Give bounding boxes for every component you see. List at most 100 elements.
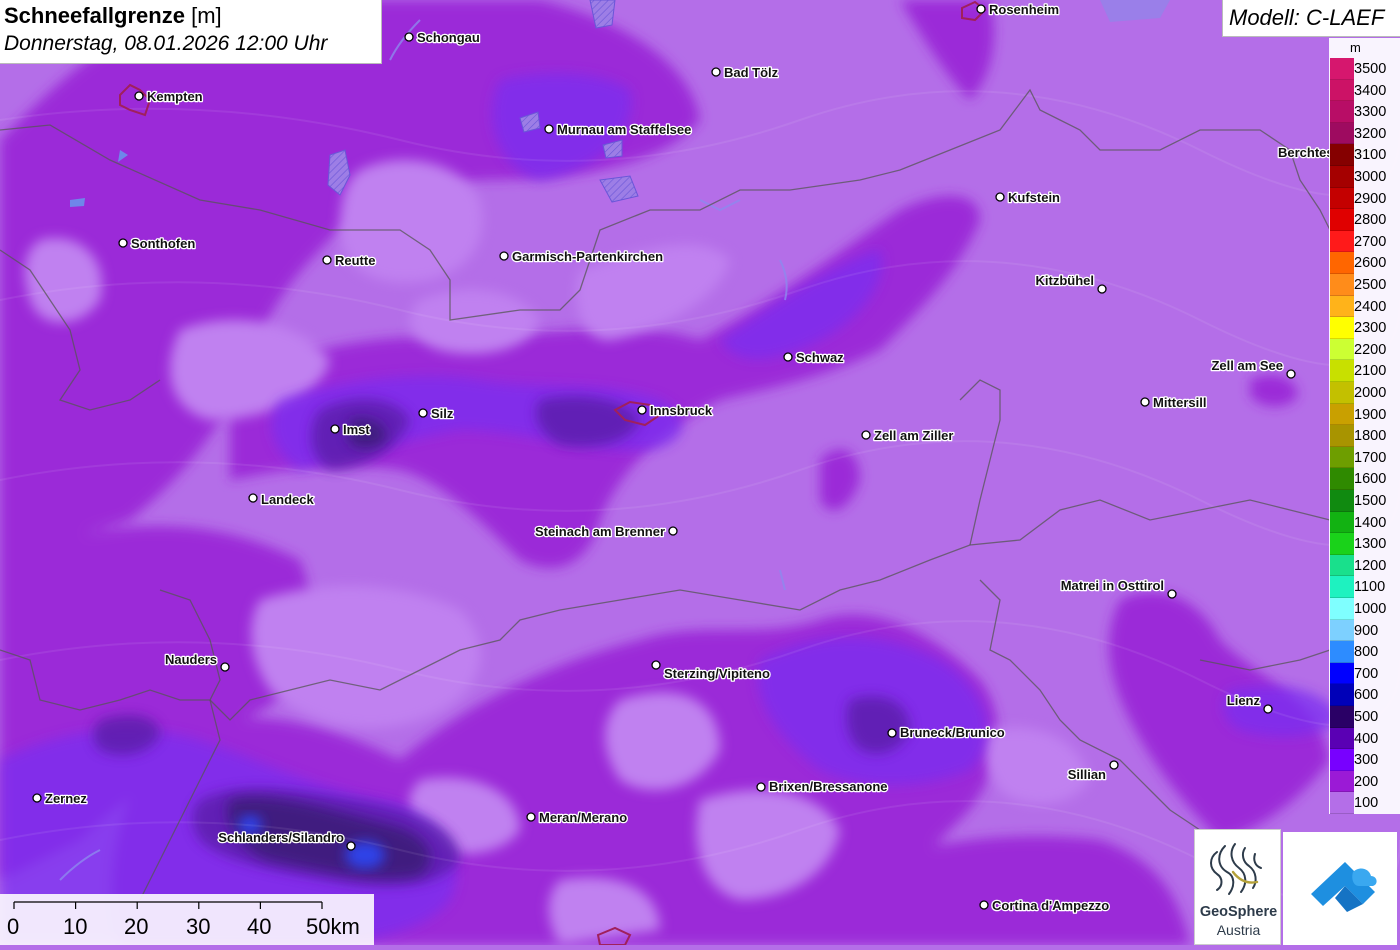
city-label: Reutte [335, 253, 375, 268]
legend-row: 1500 [1329, 490, 1400, 512]
legend-swatch [1330, 187, 1354, 210]
city-label: Landeck [261, 492, 315, 507]
geosphere-swirl-icon [1210, 843, 1262, 895]
legend-label: 300 [1354, 752, 1379, 769]
city-label: Kitzbühel [1036, 273, 1095, 288]
legend-swatch [1330, 360, 1354, 382]
legend-row: 1900 [1329, 403, 1400, 426]
city-cortina[interactable]: Cortina d'Ampezzo [979, 897, 1111, 914]
city-schongau[interactable]: Schongau [404, 29, 481, 46]
legend-swatch [1330, 554, 1354, 577]
legend-swatch [1330, 317, 1354, 339]
scale-label: 50km [306, 914, 360, 939]
city-steinach[interactable]: Steinach am Brenner [534, 523, 678, 540]
city-sonthofen[interactable]: Sonthofen [118, 235, 197, 252]
legend-swatch [1330, 576, 1354, 598]
legend-label: 3100 [1354, 147, 1387, 164]
legend-row: 2300 [1329, 317, 1400, 339]
scale-bar: 0 10 20 30 40 50km [0, 894, 374, 945]
legend-label: 2000 [1354, 385, 1387, 401]
map-title-box: Schneefallgrenze [m] Donnerstag, 08.01.2… [0, 0, 382, 64]
legend-label: 2600 [1354, 255, 1387, 272]
snowfall-limit-map[interactable]: Rosenheim Schongau Kempten Bad Tölz Murn… [0, 0, 1400, 945]
legend-label: 1000 [1354, 601, 1387, 617]
city-rosenheim[interactable]: Rosenheim [976, 1, 1060, 18]
legend-label: 2500 [1354, 277, 1387, 293]
legend-row: 1100 [1329, 576, 1400, 598]
map-title: Schneefallgrenze [m] [4, 3, 222, 29]
legend-swatch [1330, 425, 1354, 447]
legend-row: 2900 [1329, 187, 1400, 210]
app-logo[interactable] [1283, 832, 1397, 945]
scale-label: 0 [7, 914, 20, 939]
city-innsbruck[interactable]: Innsbruck [637, 402, 714, 419]
city-murnau[interactable]: Murnau am Staffelsee [544, 121, 693, 138]
city-label: Bad Tölz [724, 65, 779, 80]
legend-label: 400 [1354, 730, 1379, 747]
legend-row: 400 [1329, 727, 1400, 750]
legend-swatch [1330, 662, 1354, 685]
city-label: Sonthofen [131, 236, 195, 251]
legend-row: 1200 [1329, 554, 1400, 577]
legend-label: 800 [1354, 644, 1379, 661]
legend-row: 100 [1329, 792, 1400, 814]
legend-label: 1700 [1354, 449, 1387, 466]
legend-label: 100 [1354, 795, 1379, 812]
legend-swatch [1330, 79, 1354, 102]
city-meran[interactable]: Meran/Merano [526, 809, 628, 826]
legend-swatch [1330, 619, 1354, 642]
legend-row: 900 [1329, 619, 1400, 642]
legend-swatch [1330, 274, 1354, 296]
color-legend: m 3500 3400 3300 3200 3100 3000 2900 2800 2700 26… [1329, 38, 1400, 814]
legend-row: 500 [1329, 706, 1400, 728]
city-label: Zell am Ziller [874, 428, 953, 443]
legend-label: 2400 [1354, 298, 1387, 315]
legend-row: 600 [1329, 684, 1400, 706]
legend-swatch [1330, 166, 1354, 188]
scale-label: 10 [63, 914, 88, 939]
city-label: Sillian [1068, 767, 1106, 782]
legend-swatch [1330, 382, 1354, 404]
city-bruneck[interactable]: Bruneck/Brunico [887, 724, 1006, 741]
legend-label: 1200 [1354, 557, 1387, 574]
city-brixen[interactable]: Brixen/Bressanone [756, 778, 889, 795]
legend-row: 2500 [1329, 274, 1400, 296]
legend-swatch [1330, 144, 1354, 166]
legend-row: 2000 [1329, 382, 1400, 404]
city-label: Rosenheim [989, 2, 1059, 17]
legend-label: 3000 [1354, 169, 1387, 185]
legend-label: 1600 [1354, 471, 1387, 488]
legend-swatch [1330, 295, 1354, 318]
geosphere-country: Austria [1216, 922, 1261, 938]
legend-row: 3200 [1329, 122, 1400, 145]
legend-label: 1100 [1354, 579, 1386, 596]
legend-label: 600 [1354, 687, 1379, 704]
city-label: Silz [431, 406, 454, 421]
city-garmisch[interactable]: Garmisch-Partenkirchen [499, 248, 664, 265]
legend-row: 3100 [1329, 144, 1400, 166]
legend-swatch [1330, 58, 1354, 80]
model-name: Modell: C-LAEF [1229, 5, 1385, 30]
city-label: Brixen/Bressanone [769, 779, 888, 794]
legend-label: 200 [1354, 773, 1379, 790]
legend-label: 2700 [1354, 233, 1387, 250]
city-label: Nauders [165, 652, 217, 667]
city-label: Zernez [45, 791, 87, 806]
geosphere-logo[interactable]: GeoSphere Austria [1194, 829, 1281, 945]
legend-row: 3300 [1329, 101, 1400, 123]
geosphere-name: GeoSphere [1199, 904, 1278, 920]
legend-label: 1500 [1354, 493, 1387, 509]
city-label: Matrei in Osttirol [1061, 578, 1164, 593]
legend-swatch [1330, 749, 1354, 771]
legend-row: 3000 [1329, 166, 1400, 188]
legend-label: 1400 [1354, 514, 1387, 531]
city-zell-am-ziller[interactable]: Zell am Ziller [861, 427, 955, 444]
city-label: Kufstein [1008, 190, 1060, 205]
legend-swatch [1330, 641, 1354, 663]
legend-swatch [1330, 338, 1354, 361]
city-label: Mittersill [1153, 395, 1206, 410]
city-label: Lienz [1227, 693, 1261, 708]
legend-label: 3500 [1354, 61, 1387, 77]
legend-swatch [1330, 770, 1354, 793]
legend-label: 2300 [1354, 320, 1387, 337]
